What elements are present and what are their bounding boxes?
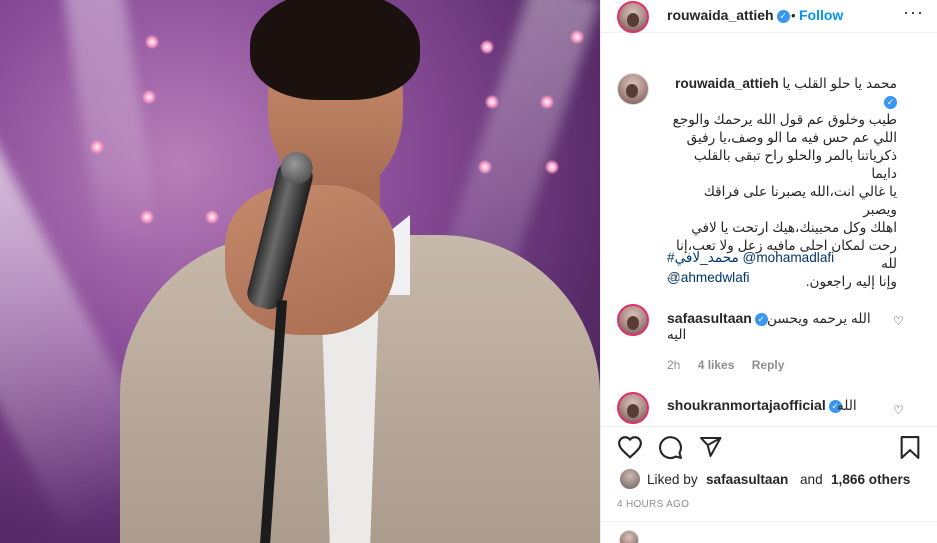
action-bar bbox=[601, 426, 937, 466]
heart-icon[interactable] bbox=[617, 435, 643, 464]
author-username-text[interactable]: rouwaida_attieh bbox=[667, 7, 774, 23]
comment-text: الله يرحمه ويحسن bbox=[767, 311, 871, 326]
caption-line: يا غالي انت،الله يصبرنا على فراقك ويصبر bbox=[703, 184, 897, 217]
hashtag-link[interactable]: #محمد_لافي bbox=[667, 250, 739, 265]
share-icon[interactable] bbox=[698, 435, 723, 464]
post-photo[interactable] bbox=[0, 0, 600, 543]
post-side-panel: rouwaida_attieh ✓ • Follow ··· محمد يا حل… bbox=[600, 0, 937, 543]
comment-meta: 2h 4 likes Reply bbox=[667, 358, 798, 372]
caption-avatar[interactable] bbox=[617, 73, 649, 105]
caption-line: ذكرياتنا بالمر والحلو راح تبقى بالقلب دا… bbox=[693, 148, 897, 181]
caption-tags: #محمد_لافي @mohamadlafi @ahmedwlafi bbox=[667, 248, 834, 288]
add-comment-emoji-icon[interactable] bbox=[619, 530, 639, 543]
comment-text: اليه bbox=[667, 327, 687, 342]
comment-username-text[interactable]: shoukranmortajaofficial bbox=[667, 397, 826, 413]
post-timestamp[interactable]: 4 HOURS AGO bbox=[617, 499, 689, 510]
bookmark-icon[interactable] bbox=[899, 435, 921, 465]
author-avatar[interactable] bbox=[617, 1, 649, 33]
divider bbox=[601, 521, 937, 522]
comment-text: الله bbox=[837, 398, 857, 413]
caption-time[interactable]: 4h bbox=[667, 270, 680, 284]
post-header: rouwaida_attieh ✓ • Follow ··· bbox=[601, 0, 937, 33]
caption-username[interactable]: rouwaida_attieh bbox=[675, 76, 779, 91]
comment-like-icon[interactable]: ♡ bbox=[893, 403, 904, 417]
separator-dot: • bbox=[791, 8, 796, 23]
caption-line: اهلك وكل محبينك،هيك ارتحت يا لافي bbox=[691, 220, 897, 235]
comment-avatar[interactable] bbox=[617, 392, 649, 424]
verified-icon: ✓ bbox=[776, 9, 790, 23]
likes-prefix: Liked by bbox=[647, 472, 698, 487]
comment-reply-button[interactable]: Reply bbox=[752, 358, 785, 372]
likes-count[interactable]: 1,866 others bbox=[831, 472, 910, 487]
verified-icon: ✓ bbox=[754, 312, 768, 326]
verified-icon: ✓ bbox=[884, 95, 897, 109]
comment-username[interactable]: safaasultaan ✓ bbox=[667, 310, 768, 326]
comment-time[interactable]: 2h bbox=[667, 358, 680, 372]
liker-avatar[interactable] bbox=[619, 468, 641, 490]
comment-avatar[interactable] bbox=[617, 304, 649, 336]
comment-likes[interactable]: 4 likes bbox=[698, 358, 735, 372]
comment-username-text[interactable]: safaasultaan bbox=[667, 310, 752, 326]
caption-line: محمد يا حلو القلب يا bbox=[782, 76, 897, 91]
caption-line: اللي عم حس فيه ما الو وصف،يا رفيق bbox=[686, 130, 897, 145]
likes-summary: Liked by safaasultaan and 1,866 others bbox=[619, 468, 937, 492]
author-username[interactable]: rouwaida_attieh ✓ bbox=[667, 7, 790, 23]
caption-line: طيب وخلوق عم قول الله يرحمك والوجع bbox=[672, 112, 897, 127]
liker-username[interactable]: safaasultaan bbox=[706, 472, 788, 487]
mention-link[interactable]: @mohamadlafi bbox=[743, 250, 835, 265]
comment-like-icon[interactable]: ♡ bbox=[893, 314, 904, 328]
follow-button[interactable]: Follow bbox=[799, 7, 843, 23]
likes-middle: and bbox=[800, 472, 823, 487]
more-icon[interactable]: ··· bbox=[903, 2, 924, 23]
comment-username[interactable]: shoukranmortajaofficial ✓ bbox=[667, 397, 842, 413]
comment-icon[interactable] bbox=[658, 435, 683, 465]
instagram-post-modal: rouwaida_attieh ✓ • Follow ··· محمد يا حل… bbox=[0, 0, 937, 543]
